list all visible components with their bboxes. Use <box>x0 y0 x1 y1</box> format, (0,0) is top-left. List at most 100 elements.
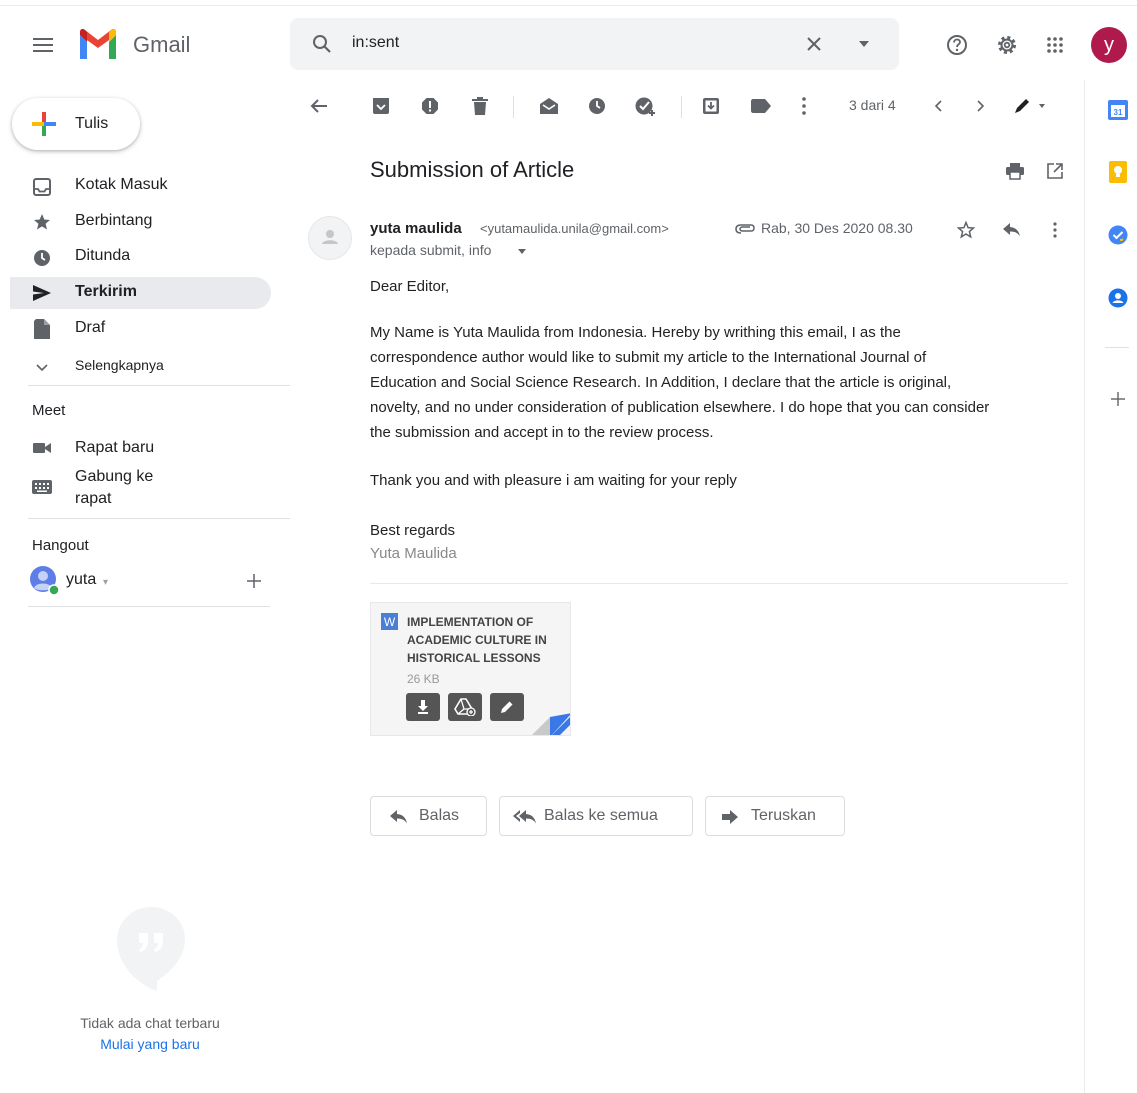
sidebar-item-snoozed[interactable]: Ditunda <box>10 241 271 273</box>
plus-icon <box>30 110 58 138</box>
search-input[interactable]: in:sent <box>352 34 399 52</box>
help-icon[interactable] <box>944 32 970 58</box>
print-icon[interactable] <box>1004 160 1026 182</box>
sidebar-item-drafts[interactable]: Draf <box>10 313 271 345</box>
sidebar-item-starred[interactable]: Berbintang <box>10 206 271 238</box>
attachment-divider <box>370 583 1068 584</box>
compose-label: Tulis <box>75 115 109 132</box>
forward-arrow-icon <box>720 809 740 825</box>
chevron-down-icon <box>32 358 52 378</box>
sidebar-item-label: Berbintang <box>75 212 153 229</box>
sidebar-divider <box>28 385 290 386</box>
open-in-new-window-icon[interactable] <box>1044 160 1066 182</box>
sidebar-item-label: Ditunda <box>75 247 131 264</box>
doc-corner-fold <box>532 713 570 735</box>
mark-unread-icon[interactable] <box>537 95 561 117</box>
compose-button[interactable]: Tulis <box>12 98 140 150</box>
word-doc-icon: W <box>381 613 398 630</box>
email-signature: Yuta Maulida <box>370 545 457 562</box>
move-to-icon[interactable] <box>700 95 722 117</box>
attachment-card[interactable]: W IMPLEMENTATION OF ACADEMIC CULTURE IN … <box>370 602 571 736</box>
hangout-status-dropdown-icon[interactable]: ▾ <box>103 577 108 588</box>
search-options-icon[interactable] <box>856 36 872 52</box>
forward-button[interactable]: Teruskan <box>705 796 845 836</box>
sender-name: yuta maulida <box>370 220 462 237</box>
hangout-heading: Hangout <box>32 537 89 554</box>
search-icon[interactable] <box>310 32 334 56</box>
download-button[interactable] <box>406 693 440 721</box>
no-chats-text: Tidak ada chat terbaru <box>80 1015 220 1031</box>
new-meeting-link[interactable]: Rapat baru <box>75 437 154 459</box>
email-body-line: My Name is Yuta Maulida from Indonesia. … <box>370 324 901 341</box>
sidebar-item-more[interactable]: Selengkapnya <box>10 350 271 382</box>
hangout-user-name[interactable]: yuta <box>66 571 96 589</box>
send-icon <box>32 283 52 303</box>
app-name: Gmail <box>133 32 191 57</box>
tasks-icon[interactable] <box>1107 224 1129 246</box>
contacts-icon[interactable] <box>1107 287 1129 309</box>
back-arrow-icon[interactable] <box>308 95 330 117</box>
account-avatar[interactable]: y <box>1091 27 1127 63</box>
right-rail-divider <box>1084 80 1085 1093</box>
report-spam-icon[interactable] <box>419 95 441 117</box>
add-to-tasks-icon[interactable] <box>634 95 658 117</box>
message-more-icon[interactable] <box>1047 220 1063 240</box>
sidebar-item-label: Terkirim <box>75 283 137 300</box>
calendar-icon[interactable]: 31 <box>1107 99 1129 121</box>
get-addons-plus-icon[interactable] <box>1108 389 1128 409</box>
pagination-text: 3 dari 4 <box>849 97 896 113</box>
reply-all-button[interactable]: Balas ke semua <box>499 796 693 836</box>
file-icon <box>32 319 52 339</box>
snooze-clock-icon[interactable] <box>586 95 608 117</box>
start-new-chat-link[interactable]: Mulai yang baru <box>0 1036 300 1052</box>
star-outline-icon[interactable] <box>955 219 977 241</box>
sender-email: <yutamaulida.unila@gmail.com> <box>480 221 669 236</box>
sidebar-item-sent[interactable]: Terkirim <box>10 277 271 309</box>
clear-search-icon[interactable] <box>802 32 826 56</box>
settings-gear-icon[interactable] <box>994 32 1020 58</box>
add-chat-icon[interactable] <box>244 571 264 591</box>
email-subject: Submission of Article <box>370 157 575 182</box>
keyboard-icon[interactable] <box>32 479 52 495</box>
trash-icon[interactable] <box>469 95 491 117</box>
main-menu-icon[interactable] <box>30 32 56 58</box>
forward-label: Teruskan <box>751 807 816 824</box>
email-body-line: Education and Social Science Research. I… <box>370 374 952 391</box>
input-tools-pen-icon[interactable] <box>1012 96 1048 116</box>
sidebar-item-inbox[interactable]: Kotak Masuk <box>10 170 271 202</box>
apps-grid-icon[interactable] <box>1042 32 1068 58</box>
attachment-name: IMPLEMENTATION OF ACADEMIC CULTURE IN HI… <box>407 615 547 665</box>
keep-notes-icon[interactable] <box>1107 161 1129 183</box>
clock-icon <box>32 248 52 268</box>
drive-add-icon <box>454 698 476 716</box>
inbox-icon <box>32 177 52 197</box>
top-border <box>0 0 1137 6</box>
save-to-drive-button[interactable] <box>448 693 482 721</box>
star-icon <box>32 212 52 232</box>
sidebar-item-label: Selengkapnya <box>75 357 164 373</box>
edit-attachment-button[interactable] <box>490 693 524 721</box>
gmail-logo-icon[interactable] <box>76 28 120 62</box>
video-camera-icon[interactable] <box>32 440 52 456</box>
show-details-dropdown-icon[interactable] <box>516 246 528 256</box>
next-icon[interactable] <box>972 97 990 115</box>
search-bar[interactable]: in:sent <box>290 18 899 70</box>
attachment-paperclip-icon <box>734 221 756 237</box>
reply-icon[interactable] <box>1001 220 1023 240</box>
sidebar-divider <box>28 518 290 519</box>
archive-icon[interactable] <box>370 95 392 117</box>
reply-button[interactable]: Balas <box>370 796 487 836</box>
toolbar-separator <box>681 96 682 118</box>
toolbar-separator <box>513 96 514 118</box>
sender-avatar[interactable] <box>308 216 352 260</box>
reply-label: Balas <box>419 807 460 824</box>
recipients-text[interactable]: kepada submit, info <box>370 242 491 258</box>
previous-icon[interactable] <box>929 97 947 115</box>
email-body-line: novelty, and no under consideration of p… <box>370 399 990 416</box>
join-meeting-link[interactable]: Gabung ke rapat <box>75 466 185 510</box>
hangout-user-avatar[interactable] <box>30 566 60 596</box>
sidebar-item-label: Kotak Masuk <box>75 176 168 193</box>
label-tag-icon[interactable] <box>750 95 772 117</box>
more-options-icon[interactable] <box>796 95 812 117</box>
reply-all-label: Balas ke semua <box>544 807 658 824</box>
